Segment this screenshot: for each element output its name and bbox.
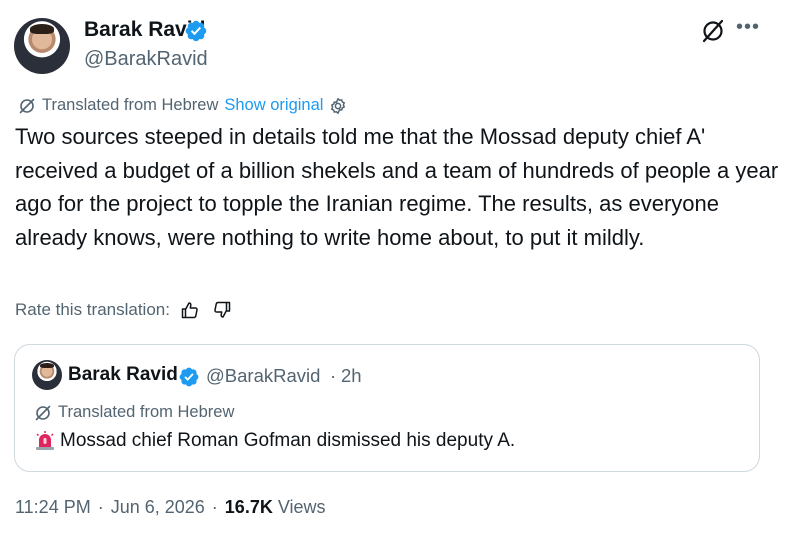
separator: · (211, 497, 218, 517)
quoted-tweet-text: Mossad chief Roman Gofman dismissed his … (34, 430, 515, 452)
translate-icon (19, 98, 35, 113)
quoted-text-content: Mossad chief Roman Gofman dismissed his … (60, 430, 516, 451)
grok-icon[interactable] (700, 18, 726, 44)
views-count: 16.7K (224, 497, 273, 517)
more-icon[interactable]: ••• (736, 16, 760, 39)
verified-badge-icon (185, 20, 207, 42)
thumbs-down-icon[interactable] (212, 300, 232, 320)
translated-label: Translated from Hebrew (42, 96, 219, 114)
tweet-text: Two sources steeped in details told me t… (15, 124, 779, 250)
thumbs-up-icon[interactable] (180, 300, 200, 320)
author-handle[interactable]: @BarakRavid (84, 48, 208, 71)
quoted-author-handle[interactable]: @BarakRavid (206, 365, 320, 387)
tweet-meta: 11:24 PM · Jun 6, 2026 · 16.7K Views (15, 497, 326, 518)
tweet-date[interactable]: Jun 6, 2026 (111, 497, 205, 517)
siren-icon (36, 431, 54, 450)
translate-icon (35, 405, 51, 420)
separator: · (330, 365, 337, 386)
rate-translation: Rate this translation: (15, 300, 232, 320)
separator: · (97, 497, 104, 517)
show-original-link[interactable]: Show original (224, 96, 323, 115)
verified-badge-icon (179, 367, 199, 387)
quoted-translated-label: Translated from Hebrew (58, 403, 235, 421)
views-label: Views (277, 497, 326, 517)
tweet-time[interactable]: 11:24 PM (15, 497, 91, 517)
settings-icon[interactable] (329, 97, 347, 115)
quoted-translation-notice: Translated from Hebrew (34, 403, 234, 422)
rate-label: Rate this translation: (15, 300, 170, 319)
quoted-timestamp[interactable]: 2h (341, 365, 362, 387)
translation-notice: Translated from Hebrew Show original (18, 96, 353, 115)
quoted-author-name[interactable]: Barak Ravid (68, 364, 178, 386)
author-avatar[interactable] (14, 18, 70, 74)
quoted-author-avatar[interactable] (32, 360, 62, 390)
